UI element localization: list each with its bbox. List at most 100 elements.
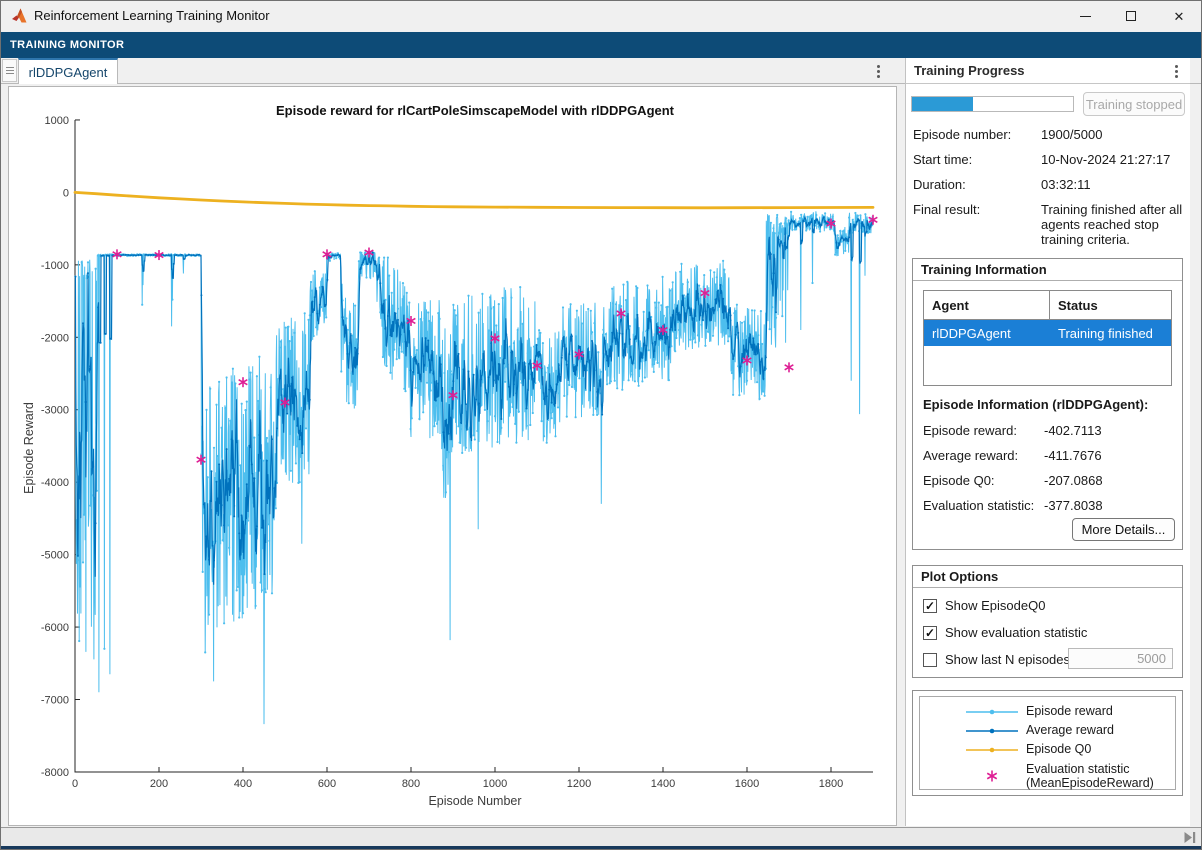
svg-text:200: 200	[150, 778, 168, 790]
tab-actions-menu-icon[interactable]	[871, 62, 885, 80]
title-bar: Reinforcement Learning Training Monitor …	[0, 0, 1202, 32]
checkbox-checked-icon[interactable]: ✓	[923, 626, 937, 640]
final-result-row: Final result: Training finished after al…	[913, 202, 1185, 247]
svg-text:1800: 1800	[819, 778, 843, 790]
matlab-logo-icon	[11, 7, 29, 25]
average-reward-label: Average reward:	[923, 448, 1044, 463]
training-stopped-button[interactable]: Training stopped	[1083, 92, 1185, 116]
svg-text:Episode Reward: Episode Reward	[22, 402, 36, 494]
training-progress-panel: Training Progress Training stopped Episo…	[905, 58, 1190, 826]
legend-item: Episode Q0	[920, 740, 1175, 759]
training-progress-bar-fill	[912, 97, 973, 111]
duration-label: Duration:	[913, 177, 1041, 192]
legend-item: Episode reward	[920, 702, 1175, 721]
doc-tab-label: rlDDPGAgent	[29, 65, 108, 80]
table-header-row: Agent Status	[924, 291, 1171, 320]
document-bar-grip-icon[interactable]	[2, 59, 17, 82]
plot-option-label: Show EpisodeQ0	[945, 598, 1045, 613]
episode-information-title: Episode Information (rlDDPGAgent):	[923, 397, 1148, 412]
checkbox-checked-icon[interactable]: ✓	[923, 599, 937, 613]
episode-q0-row: Episode Q0: -207.0868	[923, 473, 1175, 488]
svg-text:0: 0	[72, 778, 78, 790]
plot-option-show-evaluation-statistic[interactable]: ✓ Show evaluation statistic	[923, 625, 1087, 640]
agent-status-table: Agent Status rlDDPGAgentTraining finishe…	[923, 290, 1172, 386]
last-n-episodes-input[interactable]	[1068, 648, 1173, 669]
svg-text:-3000: -3000	[41, 405, 69, 417]
legend-item-label: Average reward	[1026, 723, 1114, 737]
maximize-button[interactable]	[1108, 0, 1154, 32]
minimize-icon	[1080, 16, 1091, 17]
legend-panel: Episode reward Average reward Episode Q0 E…	[912, 690, 1183, 796]
window-title: Reinforcement Learning Training Monitor	[34, 0, 270, 32]
svg-text:-8000: -8000	[41, 767, 69, 779]
legend-item-label: Evaluation statistic (MeanEpisodeReward)	[1026, 762, 1154, 791]
episode-q0-value: -207.0868	[1044, 473, 1103, 488]
svg-text:-6000: -6000	[41, 622, 69, 634]
average-reward-value: -411.7676	[1044, 448, 1102, 463]
window-bottom-edge	[0, 846, 1202, 850]
checkbox-unchecked-icon[interactable]	[923, 653, 937, 667]
svg-text:-1000: -1000	[41, 260, 69, 272]
episode-reward-label: Episode reward:	[923, 423, 1044, 438]
final-result-value: Training finished after all agents reach…	[1041, 202, 1185, 247]
toolstrip-ribbon: TRAINING MONITOR	[0, 32, 1202, 58]
training-progress-title: Training Progress	[914, 58, 1025, 83]
table-row[interactable]: rlDDPGAgentTraining finished	[924, 320, 1171, 346]
legend-item-label: Episode Q0	[1026, 742, 1091, 756]
legend-box: Episode reward Average reward Episode Q0 E…	[919, 696, 1176, 790]
evaluation-statistic-label: Evaluation statistic:	[923, 498, 1044, 513]
agent-column-header: Agent	[924, 298, 1049, 313]
episode-reward-row: Episode reward: -402.7113	[923, 423, 1175, 438]
panel-actions-menu-icon[interactable]	[1170, 63, 1182, 80]
svg-text:-5000: -5000	[41, 550, 69, 562]
legend-item: Average reward	[920, 721, 1175, 740]
legend-item: Evaluation statistic (MeanEpisodeReward)	[920, 759, 1175, 793]
svg-text:1400: 1400	[651, 778, 675, 790]
agent-cell: rlDDPGAgent	[924, 326, 1049, 341]
svg-text:400: 400	[234, 778, 252, 790]
plot-option-label: Show evaluation statistic	[945, 625, 1087, 640]
minimize-button[interactable]	[1062, 0, 1108, 32]
episode-number-value: 1900/5000	[1041, 127, 1185, 142]
training-progress-bar	[911, 96, 1074, 112]
plot-options-panel: Plot Options ✓Show EpisodeQ0✓Show evalua…	[912, 565, 1183, 678]
svg-text:-7000: -7000	[41, 695, 69, 707]
expand-panel-icon[interactable]	[1183, 831, 1197, 844]
training-information-title: Training Information	[913, 259, 1182, 281]
legend-item-label: Episode reward	[1026, 704, 1113, 718]
svg-text:Episode Number: Episode Number	[428, 794, 521, 808]
start-time-label: Start time:	[913, 152, 1041, 167]
episode-reward-value: -402.7113	[1044, 423, 1102, 438]
tab-rlddpgagent[interactable]: rlDDPGAgent	[18, 58, 118, 84]
svg-text:-4000: -4000	[41, 477, 69, 489]
svg-text:1600: 1600	[735, 778, 759, 790]
svg-text:-2000: -2000	[41, 332, 69, 344]
evaluation-statistic-row: Evaluation statistic: -377.8038	[923, 498, 1175, 513]
training-progress-header: Training Progress	[906, 58, 1190, 84]
episode-q0-label: Episode Q0:	[923, 473, 1044, 488]
training-information-panel: Training Information Agent Status rlDDPG…	[912, 258, 1183, 550]
episode-number-label: Episode number:	[913, 127, 1041, 142]
close-button[interactable]: ✕	[1156, 0, 1202, 32]
maximize-icon	[1126, 11, 1136, 21]
tab-training-monitor[interactable]: TRAINING MONITOR	[10, 32, 124, 58]
plot-option-show-episodeq0[interactable]: ✓ Show EpisodeQ0	[923, 598, 1045, 613]
average-reward-row: Average reward: -411.7676	[923, 448, 1175, 463]
final-result-label: Final result:	[913, 202, 1041, 247]
training-plot-panel: Episode reward for rlCartPoleSimscapeMod…	[8, 86, 897, 826]
svg-text:1200: 1200	[567, 778, 591, 790]
status-cell: Training finished	[1049, 320, 1171, 346]
episode-number-row: Episode number: 1900/5000	[913, 127, 1185, 142]
start-time-row: Start time: 10-Nov-2024 21:27:17	[913, 152, 1185, 167]
svg-text:1000: 1000	[483, 778, 507, 790]
svg-text:800: 800	[402, 778, 420, 790]
evaluation-statistic-value: -377.8038	[1044, 498, 1103, 513]
duration-row: Duration: 03:32:11	[913, 177, 1185, 192]
more-details-button[interactable]: More Details...	[1072, 518, 1175, 541]
svg-text:Episode reward for rlCartPoleS: Episode reward for rlCartPoleSimscapeMod…	[276, 103, 675, 118]
status-column-header: Status	[1049, 291, 1171, 319]
svg-text:0: 0	[63, 187, 69, 199]
bottom-status-strip	[0, 827, 1202, 846]
svg-text:600: 600	[318, 778, 336, 790]
plot-option-show-last-n-episodes[interactable]: Show last N episodes	[923, 652, 1070, 667]
